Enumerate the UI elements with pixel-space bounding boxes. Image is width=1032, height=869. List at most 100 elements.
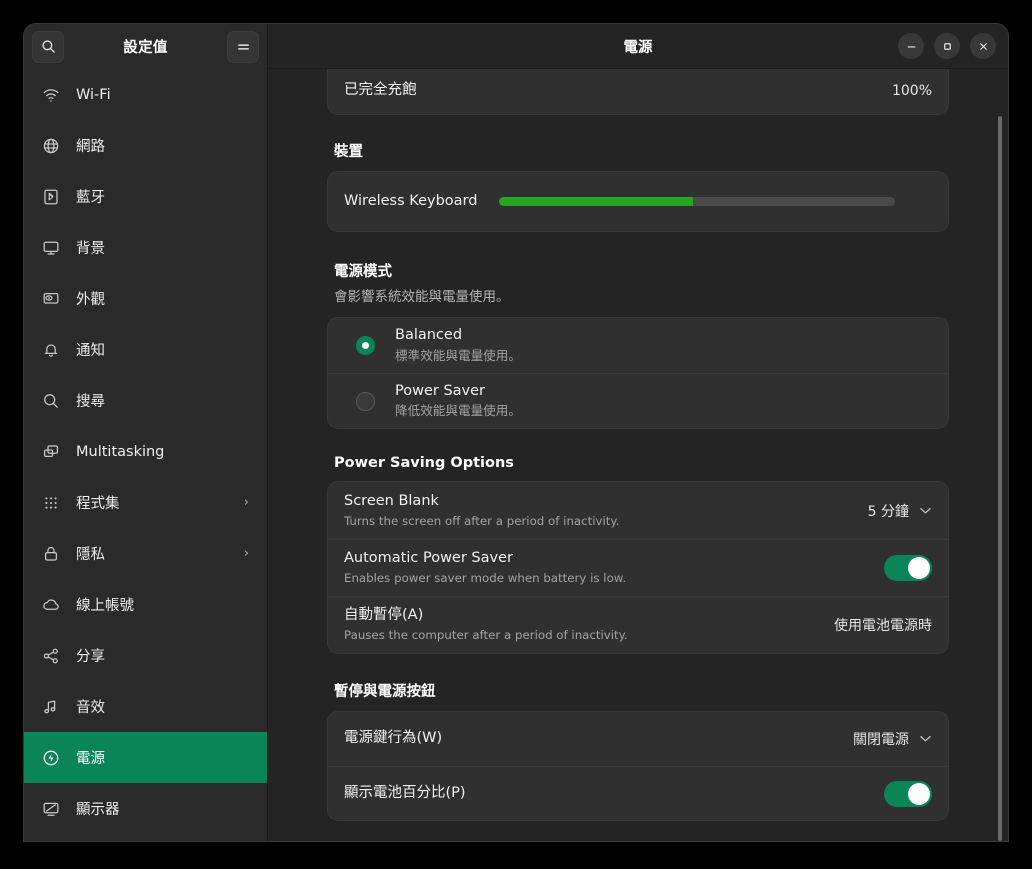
network-icon: [43, 138, 59, 153]
power-mode-card: Balanced 標準效能與電量使用。 Power Saver 降低效能與電量使用。: [327, 317, 949, 429]
dropdown-value: 5 分鐘: [867, 503, 909, 520]
background-icon: [43, 241, 59, 255]
radio-button-icon[interactable]: [356, 391, 375, 411]
power-saving-heading: Power Saving Options: [334, 455, 514, 471]
content-pane: 電源 已完全充飽 100% 裝置 Wireless Keyboard 電源模式 …: [268, 24, 1008, 841]
setting-texts: 電源鍵行為(W): [344, 729, 841, 749]
appearance-icon: [42, 290, 60, 308]
bluetooth-icon: [42, 188, 60, 206]
sidebar-item-通知[interactable]: 通知: [24, 324, 267, 375]
close-button[interactable]: [970, 33, 996, 59]
sound-note-icon: [42, 698, 60, 716]
maximize-icon: [943, 42, 951, 50]
display-icon: [43, 802, 59, 816]
sidebar-item-程式集[interactable]: 程式集 ›: [24, 477, 267, 528]
sidebar-item-分享[interactable]: 分享: [24, 630, 267, 681]
minimize-button[interactable]: [898, 33, 924, 59]
multitasking-icon: [42, 443, 60, 461]
sidebar-item-搜尋[interactable]: 搜尋: [24, 375, 267, 426]
bell-icon: [44, 343, 58, 357]
sidebar-item-顯示器[interactable]: 顯示器: [24, 783, 267, 834]
sidebar-item-背景[interactable]: 背景: [24, 222, 267, 273]
setting-texts: Screen Blank Turns the screen off after a…: [344, 492, 856, 529]
sidebar-item-label: 搜尋: [76, 394, 105, 410]
toggle-switch[interactable]: [884, 780, 932, 807]
device-battery-bar: [499, 197, 896, 206]
sidebar-item-線上帳號[interactable]: 線上帳號: [24, 579, 267, 630]
dropdown-control[interactable]: 關閉電源: [853, 729, 932, 749]
setting-title: 自動暫停(A): [344, 607, 424, 624]
sidebar-item-multitasking[interactable]: Multitasking: [24, 426, 267, 477]
search-icon: [41, 40, 55, 53]
power-mode-title: Power Saver: [395, 382, 486, 399]
setting-subtitle: Turns the screen off after a period of i…: [344, 513, 620, 528]
battery-percent: 100%: [891, 83, 932, 99]
sidebar-item-藍牙[interactable]: 藍牙: [24, 171, 267, 222]
multitasking-icon: [43, 444, 59, 457]
sidebar-item-label: 顯示器: [76, 802, 120, 818]
sidebar-item-外觀[interactable]: 外觀: [24, 273, 267, 324]
appearance-icon: [43, 292, 59, 304]
apps-grid-icon: [42, 494, 60, 512]
radio-button-icon[interactable]: [356, 336, 375, 355]
maximize-button[interactable]: [934, 33, 960, 59]
sidebar-item-網路[interactable]: 網路: [24, 120, 267, 171]
power-mode-option-balanced[interactable]: Balanced 標準效能與電量使用。: [328, 318, 948, 373]
main-menu-button[interactable]: [227, 30, 259, 63]
setting-row[interactable]: Screen Blank Turns the screen off after a…: [328, 482, 948, 539]
sidebar-item-label: 分享: [76, 649, 105, 665]
power-mode-heading: 電源模式: [334, 264, 392, 280]
search-button[interactable]: [32, 30, 64, 63]
toggle-switch[interactable]: [884, 555, 932, 581]
background-icon: [42, 239, 60, 257]
sidebar-item-label: 通知: [76, 343, 105, 359]
wifi-icon: [43, 88, 59, 102]
power-saving-card: Screen Blank Turns the screen off after a…: [327, 481, 949, 654]
setting-row[interactable]: Automatic Power Saver Enables power saver…: [328, 539, 948, 596]
power-mode-sub: 標準效能與電量使用。: [395, 347, 521, 363]
sidebar-header: 設定值: [24, 24, 267, 69]
setting-title: 顯示電池百分比(P): [344, 784, 466, 801]
minimize-icon: [907, 45, 915, 48]
sidebar-item-label: 線上帳號: [76, 598, 134, 614]
close-icon: [979, 42, 987, 50]
power-mode-option-power-saver[interactable]: Power Saver 降低效能與電量使用。: [328, 373, 948, 428]
setting-title: Screen Blank: [344, 492, 439, 509]
setting-texts: 顯示電池百分比(P): [344, 784, 872, 804]
power-mode-texts: Power Saver 降低效能與電量使用。: [395, 382, 932, 420]
sidebar-title: 設定值: [123, 40, 168, 56]
settings-scroll-area[interactable]: 已完全充飽 100% 裝置 Wireless Keyboard 電源模式 會影響…: [268, 69, 1008, 841]
devices-section: 裝置 Wireless Keyboard: [327, 140, 949, 232]
dropdown-control[interactable]: 5 分鐘: [868, 501, 932, 521]
sidebar-item-wi-fi[interactable]: Wi-Fi: [24, 69, 267, 120]
sidebar-item-label: 隱私: [76, 547, 105, 563]
devices-card: Wireless Keyboard: [327, 171, 949, 232]
apps-grid-icon: [45, 496, 57, 509]
suspend-power-section: 暫停與電源按鈕 電源鍵行為(W) 關閉電源顯示電池百分比(P): [327, 680, 949, 821]
setting-texts: Automatic Power Saver Enables power saver…: [344, 549, 872, 586]
power-mode-section: 電源模式 會影響系統效能與電量使用。 Balanced 標準效能與電量使用。 Pow…: [327, 260, 949, 429]
setting-row[interactable]: 電源鍵行為(W) 關閉電源: [328, 712, 948, 766]
cloud-icon: [42, 596, 60, 614]
lock-icon: [42, 545, 60, 563]
sidebar-item-電源[interactable]: 電源: [24, 732, 267, 783]
battery-label-wrap: 已完全充飽: [344, 81, 880, 101]
sidebar-item-音效[interactable]: 音效: [24, 681, 267, 732]
chevron-down-icon: [919, 732, 932, 746]
sidebar-item-隱私[interactable]: 隱私 ›: [24, 528, 267, 579]
setting-texts: 自動暫停(A) Pauses the computer after a perio…: [344, 606, 822, 643]
suspend-power-heading: 暫停與電源按鈕: [334, 684, 436, 700]
setting-subtitle: Enables power saver mode when battery is…: [344, 571, 627, 586]
setting-row[interactable]: 顯示電池百分比(P): [328, 766, 948, 820]
scrollbar-thumb[interactable]: [998, 116, 1002, 841]
battery-card: 已完全充飽 100%: [327, 69, 949, 115]
battery-row: 已完全充飽 100%: [328, 69, 948, 113]
window-controls: [898, 33, 996, 59]
device-battery-fill: [499, 197, 694, 206]
sidebar-item-label: 外觀: [76, 292, 105, 308]
power-icon: [42, 749, 60, 767]
wifi-icon: [42, 86, 60, 104]
window-title: 電源: [623, 39, 653, 56]
vertical-scrollbar[interactable]: [996, 24, 1003, 841]
setting-title: 電源鍵行為(W): [344, 730, 443, 747]
